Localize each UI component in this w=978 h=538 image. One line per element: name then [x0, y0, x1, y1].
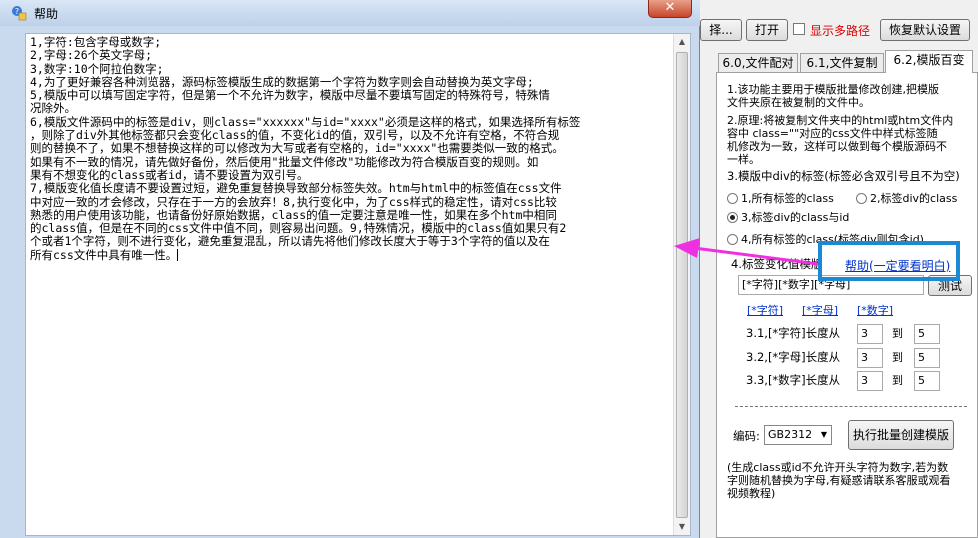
radio-all-tags-class[interactable]: [727, 193, 738, 204]
help-line: 7,模版变化值长度请不要设置过短，避免重复替换导致部分标签失效。htm与html…: [30, 181, 562, 196]
text-caret: [177, 249, 179, 262]
dialog-title-bar[interactable]: ? 帮助 ✕: [0, 0, 700, 26]
svg-text:?: ?: [15, 7, 19, 16]
insert-char-link[interactable]: [*字符]: [747, 302, 783, 318]
insert-letter-link[interactable]: [*字母]: [802, 302, 838, 318]
divider: [735, 406, 967, 407]
digit-length-to-input[interactable]: 5: [914, 371, 940, 391]
help-dialog: ? 帮助 ✕ 1,字符:包含字母或数字; 2,字母:26个英文字母; 3,数字:…: [0, 0, 700, 538]
help-line: 4,为了更好兼容各种浏览器，源码标签模版生成的数据第一个字符为数字则会自动替换为…: [30, 74, 534, 89]
multi-path-label: 显示多路径: [810, 24, 871, 38]
vertical-scrollbar[interactable]: ▲ ▼: [673, 34, 690, 535]
close-button[interactable]: ✕: [648, 0, 692, 18]
insert-digit-link[interactable]: [*数字]: [857, 302, 893, 318]
radio-all-tags-class-with-id[interactable]: [727, 234, 738, 245]
scroll-up-icon[interactable]: ▲: [674, 34, 690, 50]
digit-length-to-label: 到: [892, 374, 903, 387]
letter-length-label: 3.2,[*字母]长度从: [746, 350, 841, 364]
help-line: 5,模版中可以填写固定字符，但是第一个不允许为数字，模版中尽量不要填写固定的特殊…: [30, 88, 550, 103]
digit-length-from-input[interactable]: 3: [857, 371, 883, 391]
tab-template-variation[interactable]: 6.2,模版百变: [885, 50, 973, 73]
help-text-area[interactable]: 1,字符:包含字母或数字; 2,字母:26个英文字母; 3,数字:10个阿拉伯数…: [25, 33, 691, 536]
scroll-down-icon[interactable]: ▼: [674, 519, 690, 535]
char-length-to-input[interactable]: 5: [914, 324, 940, 344]
help-line: 中对应一致的才会修改，只存在于一方的会放弃！8,执行变化中，为了css样式的稳定…: [30, 194, 557, 209]
radio-div-class[interactable]: [856, 193, 867, 204]
letter-length-to-label: 到: [892, 351, 903, 364]
encoding-select[interactable]: GB2312 ▼: [764, 425, 832, 445]
char-length-to-label: 到: [892, 327, 903, 340]
help-line: 熟悉的用户使用该功能，也请备份好原始数据，class的值一定要注意是唯一性，如果…: [30, 207, 557, 222]
help-line: ，则除了div外其他标签都只会变化class的值，不变化id的值，双引号，以及不…: [30, 128, 560, 143]
help-line: 况除外。: [30, 101, 76, 116]
multi-path-checkbox[interactable]: [793, 23, 805, 35]
help-line: 1,字符:包含字母或数字;: [30, 35, 162, 49]
change-value-template-label: 4.标签变化值模版: [731, 257, 823, 271]
dialog-title: 帮助: [34, 7, 59, 21]
help-line: 个或者1个字符，则不进行变化，避免重复混乱，所以请先将他们修改长度大于等于3个字…: [30, 234, 550, 249]
restore-defaults-button[interactable]: 恢复默认设置: [880, 19, 970, 41]
tab-file-pairing[interactable]: 6.0,文件配对: [718, 53, 798, 72]
char-length-from-input[interactable]: 3: [857, 324, 883, 344]
radio-div-class-id[interactable]: [727, 212, 738, 223]
div-tag-rule: 3.模版中div的标签(标签必含双引号且不为空): [727, 169, 960, 183]
help-line: 果有不想变化的class或者id，请不要设置为双引号。: [30, 167, 309, 182]
help-text-content: 1,字符:包含字母或数字; 2,字母:26个英文字母; 3,数字:10个阿拉伯数…: [30, 35, 660, 262]
char-length-label: 3.1,[*字符]长度从: [746, 326, 841, 340]
help-line: 的class值，但是在不同的css文件中值不同，则容易出问题。9,特殊情况，模版…: [30, 221, 567, 236]
letter-length-from-input[interactable]: 3: [857, 348, 883, 368]
browse-button[interactable]: 择...: [700, 19, 742, 41]
help-line: 3,数字:10个阿拉伯数字;: [30, 61, 164, 76]
digit-length-label: 3.3,[*数字]长度从: [746, 373, 841, 387]
letter-length-to-input[interactable]: 5: [914, 348, 940, 368]
help-line: 所有css文件中具有唯一性。: [30, 247, 178, 262]
scrollbar-thumb[interactable]: [676, 52, 688, 518]
help-link[interactable]: 帮助(一定要看明白): [845, 257, 950, 274]
description-1: 1.该功能主要用于模版批量修改创建,把模版 文件夹原在被复制的文件中。: [727, 83, 939, 109]
open-button[interactable]: 打开: [746, 19, 788, 41]
radio-div-class-label: 2,标签div的class: [870, 192, 958, 205]
radio-div-class-id-label: 3,标签div的class与id: [741, 211, 850, 224]
help-line: 如果有不一致的情况，请先做好备份，然后使用"批量文件修改"功能修改为符合模版百变…: [30, 154, 539, 169]
encoding-value: GB2312: [768, 428, 813, 441]
help-icon: ?: [12, 6, 27, 21]
run-batch-create-button[interactable]: 执行批量创建模版: [848, 420, 954, 450]
description-2: 2.原理:将被复制文件夹中的html或htm文件内 容中 class=""对应的c…: [727, 114, 954, 166]
close-icon: ✕: [664, 0, 676, 15]
help-line: 6,模版文件源码中的标签是div，则class="xxxxxx"与id="xxx…: [30, 114, 581, 129]
help-line: 2,字母:26个英文字母;: [30, 48, 153, 63]
chevron-down-icon: ▼: [820, 430, 827, 439]
radio-all-tags-class-label: 1,所有标签的class: [741, 192, 834, 205]
help-line: 则的替换不了，如果不想替换这样的可以修改为大写或者有空格的，id="xxxx"也…: [30, 141, 564, 156]
note-text: (生成class或id不允许开头字符为数字,若为数 字则随机替换为字母,有疑惑请联…: [727, 461, 951, 500]
tab-file-copy[interactable]: 6.1,文件复制: [800, 53, 884, 72]
encoding-label: 编码:: [733, 429, 760, 443]
